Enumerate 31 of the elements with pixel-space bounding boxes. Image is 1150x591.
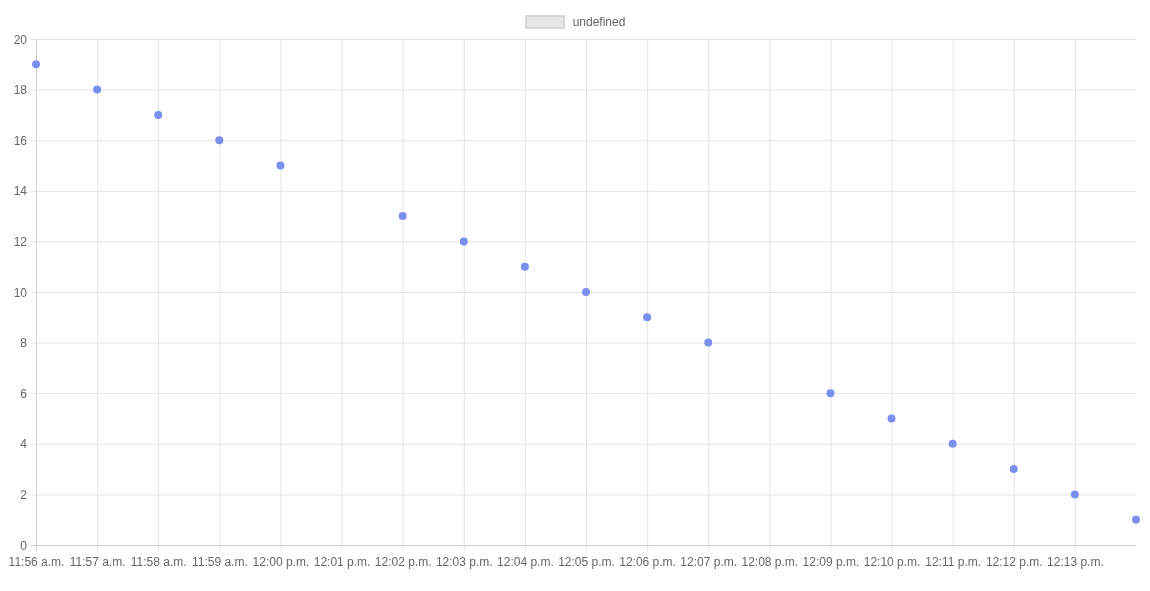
tick-label: 12:10 p.m. — [863, 555, 921, 569]
legend-swatch[interactable] — [524, 15, 565, 29]
tick-label: 12:06 p.m. — [619, 555, 676, 569]
tick-label: 16 — [13, 133, 27, 148]
tick-label: 12:08 p.m. — [741, 555, 799, 569]
tick-label: 6 — [20, 386, 27, 401]
tick-label: 20 — [13, 32, 27, 47]
tick-label: 8 — [20, 336, 27, 351]
tick-label: 12 — [13, 234, 27, 249]
tick-label: 2 — [20, 487, 27, 502]
tick-label: 12:12 p.m. — [985, 555, 1043, 569]
tick-label: 14 — [13, 184, 27, 199]
tick-label: 11:56 a.m. — [8, 555, 65, 569]
tick-label: 12:07 p.m. — [680, 555, 738, 569]
tick-label: 12:03 p.m. — [435, 555, 493, 569]
tick-label: 12:05 p.m. — [558, 555, 615, 569]
tick-label: 12:11 p.m. — [925, 555, 982, 569]
tick-label: 12:02 p.m. — [374, 555, 432, 569]
tick-label: 10 — [13, 285, 27, 300]
tick-label: 12:09 p.m. — [802, 555, 860, 569]
tick-label: 11:58 a.m. — [130, 555, 187, 569]
tick-label: 18 — [13, 83, 27, 98]
tick-label: 11:59 a.m. — [191, 555, 248, 569]
tick-label: 11:57 a.m. — [69, 555, 126, 569]
tick-label: 12:01 p.m. — [313, 555, 371, 569]
tick-label: 12:13 p.m. — [1047, 555, 1104, 569]
tick-label: 4 — [20, 437, 27, 452]
legend-label[interactable]: undefined — [572, 15, 626, 29]
tick-label: 0 — [20, 538, 27, 553]
tick-label: 12:04 p.m. — [497, 555, 554, 569]
tick-label: 12:00 p.m. — [252, 555, 310, 569]
